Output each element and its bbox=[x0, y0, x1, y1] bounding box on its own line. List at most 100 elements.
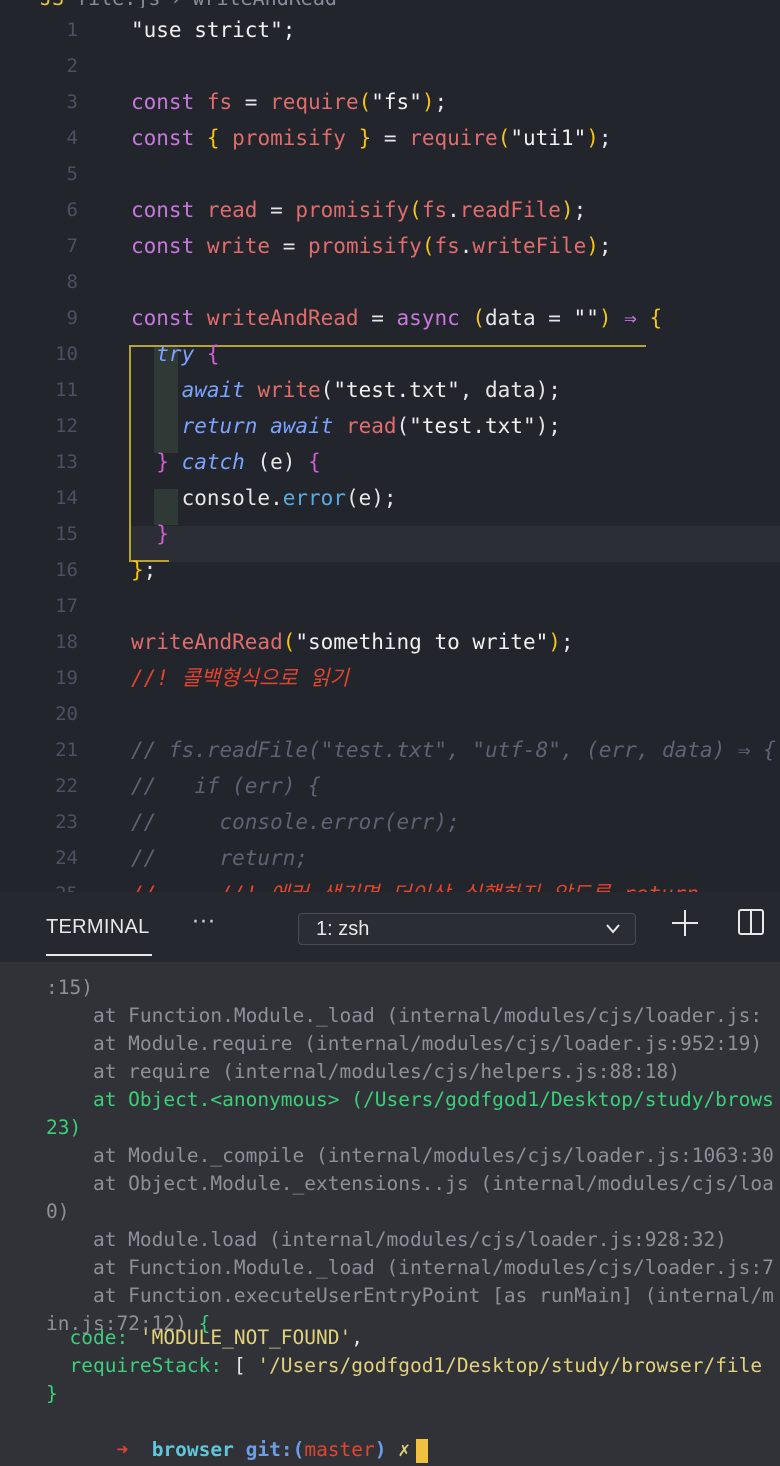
code-token: = bbox=[257, 198, 296, 222]
code-line[interactable]: 11 await write("test.txt", data); bbox=[0, 372, 780, 408]
prompt-git-close: ) bbox=[374, 1438, 387, 1461]
terminal-cursor bbox=[416, 1438, 429, 1463]
code-token: ) bbox=[535, 414, 549, 438]
prompt-branch: master bbox=[304, 1438, 375, 1461]
code-text: return await read("test.txt"); bbox=[131, 408, 561, 444]
code-line[interactable]: 14 console.error(e); bbox=[0, 480, 780, 516]
breadcrumb-file[interactable]: file.js bbox=[76, 0, 160, 8]
code-line[interactable]: 6 const read = promisify(fs.readFile); bbox=[0, 192, 780, 228]
tab-terminal[interactable]: TERMINAL bbox=[46, 916, 150, 939]
code-line[interactable]: 12 return await read("test.txt"); bbox=[0, 408, 780, 444]
code-token: { bbox=[206, 342, 220, 366]
terminal-line: at Function.Module._load (internal/modul… bbox=[46, 1256, 774, 1279]
code-token: ( bbox=[459, 306, 486, 330]
code-token: e bbox=[270, 450, 283, 474]
code-line[interactable]: 19 //! 콜백형식으로 읽기 bbox=[0, 660, 780, 696]
code-token: write bbox=[206, 234, 271, 258]
code-token: const bbox=[131, 306, 207, 330]
code-line[interactable]: 22 // if (err) { bbox=[0, 768, 780, 804]
code-token: ) bbox=[421, 90, 435, 114]
line-number: 6 bbox=[66, 199, 78, 221]
code-token: promisify bbox=[232, 126, 346, 150]
code-token: = bbox=[232, 90, 271, 114]
code-token: ; bbox=[143, 558, 157, 582]
line-number: 11 bbox=[55, 379, 78, 401]
code-token: ( bbox=[257, 450, 271, 474]
code-line[interactable]: 18 writeAndRead("something to write"); bbox=[0, 624, 780, 660]
code-line[interactable]: 13 } catch (e) { bbox=[0, 444, 780, 480]
code-text: try { bbox=[131, 336, 220, 372]
code-token: ; bbox=[548, 378, 561, 402]
code-token: . bbox=[459, 234, 473, 258]
line-number: 3 bbox=[66, 91, 78, 113]
line-number: 19 bbox=[55, 667, 78, 689]
terminal-line-code: code: 'MODULE_NOT_FOUND', bbox=[46, 1326, 363, 1349]
code-line[interactable]: 10 try { bbox=[0, 336, 780, 372]
code-token: error bbox=[282, 486, 346, 510]
code-token: const bbox=[131, 90, 207, 114]
code-line[interactable]: 15 } bbox=[0, 516, 780, 552]
terminal-line: at Module._compile (internal/modules/cjs… bbox=[46, 1144, 774, 1167]
panel-tab-bar: TERMINAL ··· 1: zsh bbox=[0, 892, 780, 962]
code-text: "use strict"; bbox=[131, 12, 295, 48]
line-number: 12 bbox=[55, 415, 78, 437]
terminal-line: at Function.Module._load (internal/modul… bbox=[46, 1004, 763, 1027]
code-token: readFile bbox=[459, 198, 561, 222]
code-token: } bbox=[345, 126, 372, 150]
code-line[interactable]: 24 // return; bbox=[0, 840, 780, 876]
code-line[interactable]: 2 bbox=[0, 48, 780, 84]
terminal-shell-select[interactable]: 1: zsh bbox=[298, 913, 636, 945]
code-token: ( bbox=[421, 234, 435, 258]
code-text: writeAndRead("something to write"); bbox=[131, 624, 574, 660]
code-token: //! 콜백형식으로 읽기 bbox=[131, 666, 349, 690]
terminal-output[interactable]: :15) at Function.Module._load (internal/… bbox=[0, 962, 780, 1466]
code-text: const { promisify } = require("uti1"); bbox=[131, 120, 612, 156]
more-actions-icon[interactable]: ··· bbox=[192, 910, 216, 935]
line-number: 25 bbox=[0, 876, 78, 892]
line-number: 15 bbox=[55, 523, 78, 545]
code-line[interactable]: 23 // console.error(err); bbox=[0, 804, 780, 840]
line-number: 4 bbox=[66, 127, 78, 149]
code-token: write bbox=[257, 378, 321, 402]
code-token: ) bbox=[535, 378, 549, 402]
terminal-line: :15) bbox=[46, 976, 93, 999]
code-token: { bbox=[649, 306, 663, 330]
code-token: "something to write" bbox=[295, 630, 549, 654]
code-line[interactable]: 20 bbox=[0, 696, 780, 732]
code-line[interactable]: 7 const write = promisify(fs.writeFile); bbox=[0, 228, 780, 264]
code-line[interactable]: 16}; bbox=[0, 552, 780, 588]
prompt-directory: browser bbox=[151, 1438, 234, 1461]
breadcrumb-path[interactable]: JS file.js › writeAndRead bbox=[40, 0, 337, 8]
code-text: const fs = require("fs"); bbox=[131, 84, 447, 120]
code-token: = bbox=[371, 126, 410, 150]
line-number: 5 bbox=[66, 163, 78, 185]
code-line[interactable]: 17 bbox=[0, 588, 780, 624]
terminal-line: at Object.Module._extensions..js (intern… bbox=[46, 1172, 774, 1195]
code-line[interactable]: 1 "use strict"; bbox=[0, 12, 780, 48]
line-number: 9 bbox=[66, 307, 78, 329]
code-editor[interactable]: 1 "use strict"; 2 3 const fs = require("fs")… bbox=[0, 8, 780, 892]
code-line[interactable]: 9 const writeAndRead = async (data = "") … bbox=[0, 300, 780, 336]
code-token: fs bbox=[421, 198, 448, 222]
code-line[interactable]: 25 // //! 에러 생기면 더이상 실행하지 않도록 return bbox=[0, 876, 780, 892]
code-token: = bbox=[270, 234, 309, 258]
terminal-line-close: } bbox=[46, 1382, 58, 1405]
code-line[interactable]: 21 // fs.readFile("test.txt", "utf-8", (e… bbox=[0, 732, 780, 768]
breadcrumb-symbol[interactable]: writeAndRead bbox=[192, 0, 337, 8]
code-line[interactable]: 8 bbox=[0, 264, 780, 300]
code-text: const read = promisify(fs.readFile); bbox=[131, 192, 586, 228]
code-line[interactable]: 4 const { promisify } = require("uti1"); bbox=[0, 120, 780, 156]
split-terminal-button[interactable] bbox=[736, 907, 766, 937]
code-line[interactable]: 3 const fs = require("fs"); bbox=[0, 84, 780, 120]
code-token: writeFile bbox=[472, 234, 587, 258]
code-token: ( bbox=[320, 378, 334, 402]
code-token: const bbox=[131, 126, 207, 150]
code-token: = bbox=[535, 306, 574, 330]
terminal-line: at Module.load (internal/modules/cjs/loa… bbox=[46, 1228, 727, 1251]
code-token: console bbox=[131, 486, 271, 510]
terminal-prompt[interactable]: ➜ browser git:(master) ✗ bbox=[46, 1408, 429, 1463]
add-terminal-button[interactable] bbox=[670, 908, 700, 938]
code-line[interactable]: 5 bbox=[0, 156, 780, 192]
code-token: async bbox=[396, 306, 460, 330]
code-token: await bbox=[131, 378, 258, 402]
